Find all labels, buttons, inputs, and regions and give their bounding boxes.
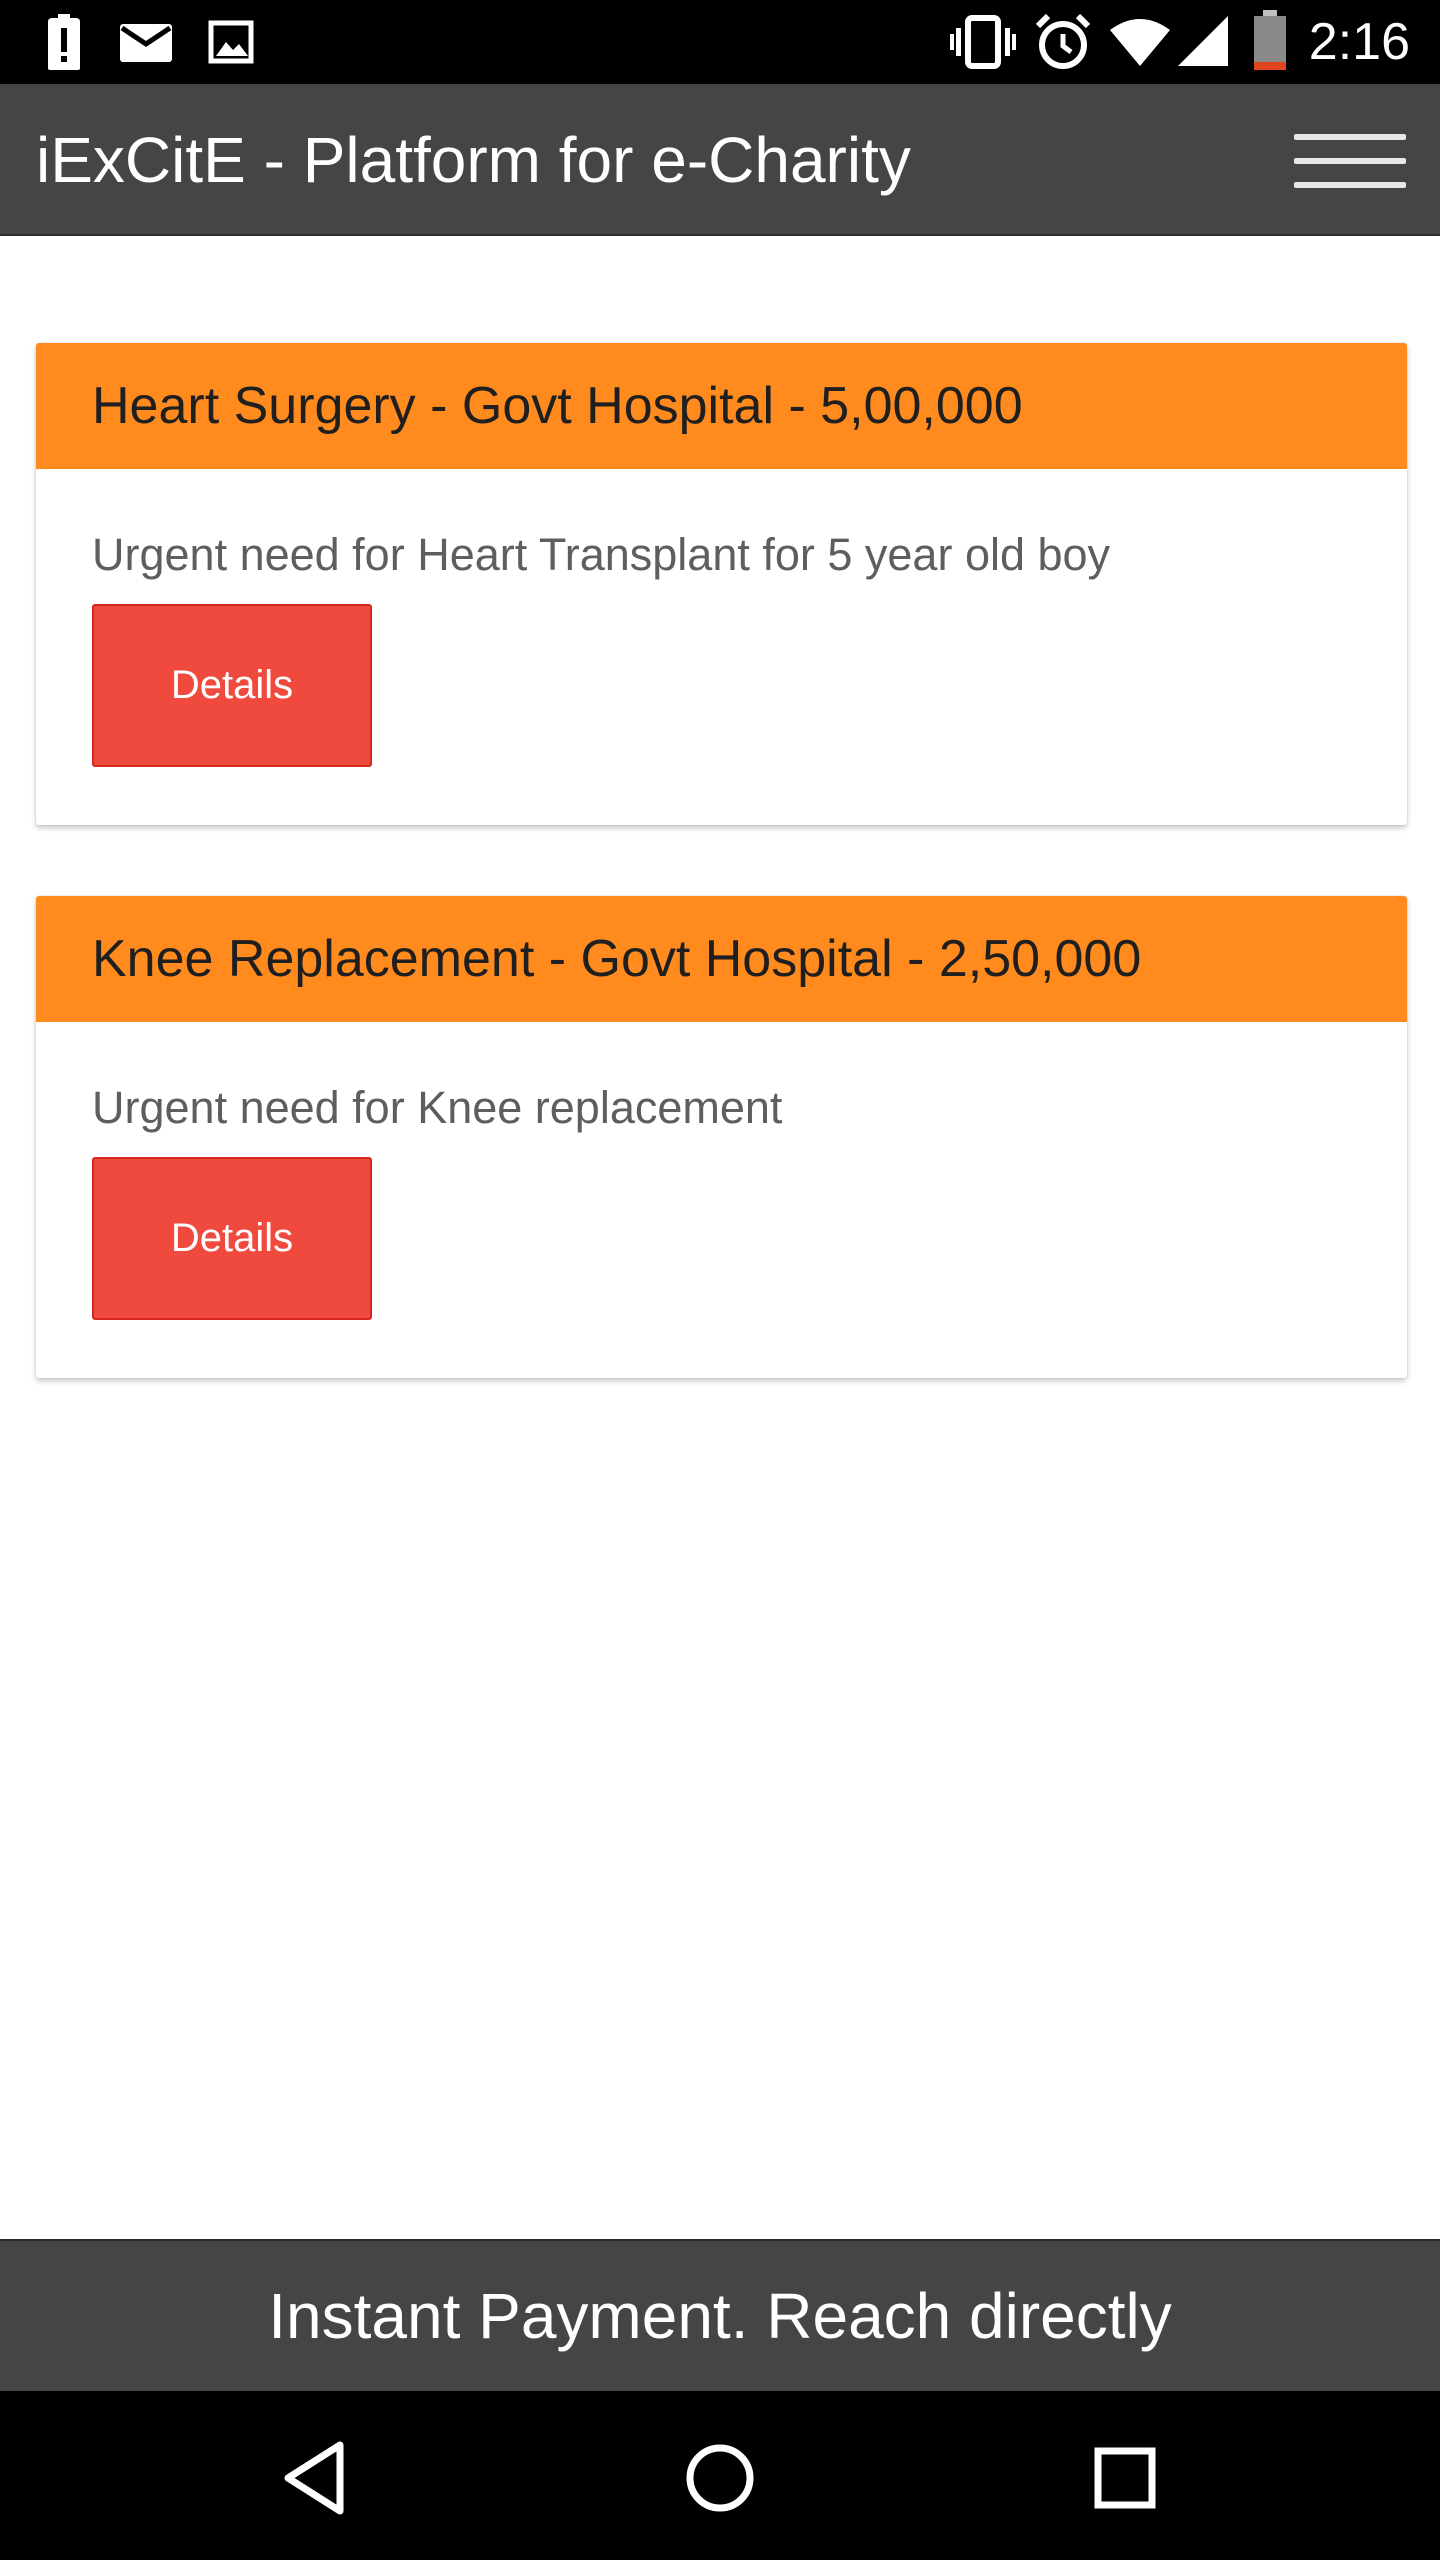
signal-icon [1178, 16, 1228, 66]
home-icon[interactable] [675, 2433, 765, 2523]
card-description: Urgent need for Heart Transplant for 5 y… [92, 529, 1111, 580]
vibrate-icon [950, 15, 1016, 69]
card-title: Heart Surgery - Govt Hospital - 5,00,000 [36, 343, 1407, 469]
details-button[interactable]: Details [92, 604, 372, 767]
navigation-bar [0, 2391, 1440, 2560]
footer-bar: Instant Payment. Reach directly [0, 2239, 1440, 2391]
status-bar: 2:16 [0, 0, 1440, 84]
charity-card: Heart Surgery - Govt Hospital - 5,00,000… [36, 343, 1407, 825]
battery-icon [1254, 10, 1286, 70]
card-body: Urgent need for Heart Transplant for 5 y… [36, 469, 1407, 825]
wifi-icon [1110, 19, 1170, 66]
back-icon[interactable] [272, 2433, 362, 2523]
mail-icon [120, 24, 172, 62]
status-time: 2:16 [1308, 13, 1410, 71]
card-description: Urgent need for Knee replacement [92, 1082, 783, 1133]
recents-icon[interactable] [1080, 2433, 1170, 2523]
charity-card: Knee Replacement - Govt Hospital - 2,50,… [36, 896, 1407, 1378]
app-bar: iExCitE - Platform for e-Charity [0, 84, 1440, 236]
app-title: iExCitE - Platform for e-Charity [36, 124, 911, 196]
card-title: Knee Replacement - Govt Hospital - 2,50,… [36, 896, 1407, 1022]
footer-text: Instant Payment. Reach directly [268, 2280, 1172, 2352]
details-button[interactable]: Details [92, 1157, 372, 1320]
card-body: Urgent need for Knee replacement Details [36, 1022, 1407, 1378]
hamburger-menu-icon[interactable] [1294, 134, 1406, 188]
image-icon [208, 20, 254, 64]
alert-icon [48, 14, 80, 70]
alarm-icon [1035, 13, 1091, 69]
